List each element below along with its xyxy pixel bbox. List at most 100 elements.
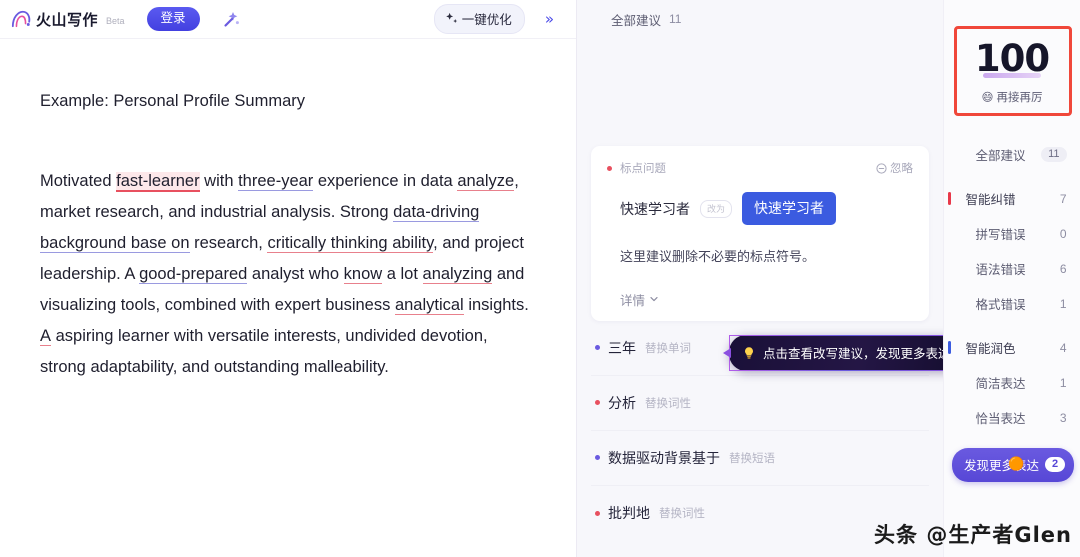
severity-dot-icon xyxy=(595,455,600,461)
app-header: 火山写作 Beta 登录 一键优化 » xyxy=(0,0,576,39)
lightbulb-icon xyxy=(745,346,753,359)
text-run-flagged-15[interactable]: analyzing xyxy=(422,264,493,284)
suggestions-header: 全部建议 11 xyxy=(577,0,943,30)
score-column: 100 😄 再接再厉 全部建议 11 智能纠错 7 拼写错误 0 语法错误 6 格式错误 1 智能润… xyxy=(943,0,1080,557)
discover-more-button[interactable]: 发现更多表达 2 🟠 xyxy=(952,448,1075,482)
category-row[interactable]: 全部建议 11 xyxy=(944,137,1080,172)
magic-wand-glyph xyxy=(223,12,239,27)
text-run-flagged-5[interactable]: analyze xyxy=(457,171,515,191)
details-label: 详情 xyxy=(620,293,646,308)
document-body[interactable]: Example: Personal Profile Summary Motiva… xyxy=(0,39,576,557)
suggestion-item-action: 替换词性 xyxy=(645,397,691,410)
suggestion-item-action: 替换单词 xyxy=(645,342,691,355)
discover-badge: 2 xyxy=(1045,457,1066,472)
category-name: 全部建议 xyxy=(975,149,1026,163)
emoji-grin-icon: 😄 xyxy=(981,91,994,104)
category-name: 智能纠错 xyxy=(965,193,1016,207)
text-run-flagged-13[interactable]: know xyxy=(343,264,383,284)
text-run-flagged-17[interactable]: analytical xyxy=(394,295,464,315)
tooltip-text: 点击查看改写建议，发现更多表达 xyxy=(763,347,943,361)
app-logo-text: 火山写作 xyxy=(36,11,99,29)
text-run-flagged-1[interactable]: fast-learner xyxy=(116,171,200,192)
score-underline-decoration xyxy=(983,72,1041,78)
suggestions-header-label: 全部建议 xyxy=(611,13,662,28)
watermark: 头条 @生产者Glen xyxy=(874,523,1072,547)
severity-dot-icon xyxy=(595,510,600,516)
category-row[interactable]: 简洁表达 1 xyxy=(944,365,1080,400)
score-card: 100 😄 再接再厉 xyxy=(956,34,1068,110)
severity-dot-icon xyxy=(595,400,600,406)
suggestion-replacement-row: 快速学习者 改为 快速学习者 xyxy=(620,192,913,225)
suggestion-list-item[interactable]: 数据驱动背景基于 替换短语 xyxy=(591,431,929,486)
score-caption: 😄 再接再厉 xyxy=(982,89,1043,105)
volcano-logo-icon xyxy=(11,10,31,28)
category-count: 1 xyxy=(1059,375,1067,390)
text-run-flagged-11[interactable]: good-prepared xyxy=(139,264,248,284)
category-accent-bar xyxy=(947,341,951,354)
suggestions-header-count: 11 xyxy=(669,12,682,26)
login-button[interactable]: 登录 xyxy=(146,7,200,31)
text-run-flagged-3[interactable]: three-year xyxy=(238,171,314,191)
document-title: Example: Personal Profile Summary xyxy=(40,92,306,110)
suggestions-list: 标点问题 忽略 快速学习者 改为 快速学习者 这里建议删除不必要的标点符号。 详… xyxy=(577,30,943,557)
suggestion-item-word: 分析 xyxy=(608,394,636,411)
apply-replacement-button[interactable]: 快速学习者 xyxy=(742,192,837,225)
suggestions-column: 全部建议 11 标点问题 忽略 快速学习者 改为 快速学习者 这里建议删除不必要… xyxy=(577,0,943,557)
category-list: 全部建议 11 智能纠错 7 拼写错误 0 语法错误 6 格式错误 1 智能润色 4 简洁表达 1 恰当表达… xyxy=(944,137,1080,435)
suggestion-card-header: 标点问题 忽略 xyxy=(607,160,913,176)
category-count: 7 xyxy=(1059,191,1067,206)
text-run: a lot xyxy=(382,264,423,283)
category-name: 语法错误 xyxy=(975,263,1026,277)
severity-dot-icon xyxy=(607,165,612,171)
suggestion-item-word: 三年 xyxy=(608,339,636,356)
category-name: 格式错误 xyxy=(975,298,1026,312)
document-paragraph[interactable]: Motivated fast-learner with three-year e… xyxy=(40,166,536,383)
suggestion-details-toggle[interactable]: 详情 xyxy=(620,290,913,309)
sparkle-icon xyxy=(446,12,457,23)
category-row[interactable]: 格式错误 1 xyxy=(944,286,1080,321)
category-row[interactable]: 恰当表达 3 xyxy=(944,400,1080,435)
suggestion-item-word: 批判地 xyxy=(608,505,650,522)
score-value: 100 xyxy=(974,36,1050,80)
category-name: 简洁表达 xyxy=(975,377,1026,391)
rewrite-hint-tooltip[interactable]: 点击查看改写建议，发现更多表达 xyxy=(723,335,943,371)
ignore-label: 忽略 xyxy=(890,163,913,175)
replacement-original-text: 快速学习者 xyxy=(620,200,690,217)
score-caption-text: 再接再厉 xyxy=(996,91,1043,104)
category-row[interactable]: 智能纠错 7 xyxy=(944,181,1080,216)
category-row[interactable]: 语法错误 6 xyxy=(944,251,1080,286)
category-count: 4 xyxy=(1059,340,1067,355)
suggestion-item-action: 替换短语 xyxy=(729,452,775,465)
category-count: 6 xyxy=(1059,261,1067,276)
category-count: 1 xyxy=(1059,296,1067,311)
app-root: 火山写作 Beta 登录 一键优化 » Example: Personal Pr… xyxy=(0,0,1080,557)
text-run: research, xyxy=(189,233,268,252)
one-click-optimize-button[interactable]: 一键优化 xyxy=(433,4,525,34)
text-run: aspiring learner with versatile interest… xyxy=(40,326,488,376)
category-row[interactable]: 拼写错误 0 xyxy=(944,216,1080,251)
category-accent-bar xyxy=(947,192,951,205)
app-logo[interactable]: 火山写作 Beta xyxy=(10,9,125,30)
ignore-button[interactable]: 忽略 xyxy=(876,160,913,176)
tooltip-tail xyxy=(723,348,731,358)
text-run-flagged-19[interactable]: A xyxy=(40,326,52,346)
category-count: 3 xyxy=(1059,410,1067,425)
text-run: Motivated xyxy=(40,171,117,190)
text-run-flagged-9[interactable]: critically thinking ability xyxy=(267,233,434,253)
suggestion-card[interactable]: 标点问题 忽略 快速学习者 改为 快速学习者 这里建议删除不必要的标点符号。 详… xyxy=(591,146,929,321)
optimize-label: 一键优化 xyxy=(461,13,512,27)
suggestion-item-action: 替换词性 xyxy=(659,508,705,521)
suggestion-description: 这里建议删除不必要的标点符号。 xyxy=(620,249,816,264)
chevron-down-icon xyxy=(650,297,658,302)
editor-column: 火山写作 Beta 登录 一键优化 » Example: Personal Pr… xyxy=(0,0,577,557)
replacement-arrow-label: 改为 xyxy=(700,199,733,218)
collapse-panel-button[interactable]: » xyxy=(539,8,560,30)
magic-wand-icon[interactable] xyxy=(218,6,244,32)
suggestion-item-word: 数据驱动背景基于 xyxy=(608,449,720,466)
suggestion-list-item[interactable]: 分析 替换词性 xyxy=(591,376,929,431)
severity-dot-icon xyxy=(595,345,600,351)
category-count: 11 xyxy=(1041,147,1067,162)
category-name: 恰当表达 xyxy=(975,412,1026,426)
emoji-sun-icon: 🟠 xyxy=(1008,456,1025,471)
category-row[interactable]: 智能润色 4 xyxy=(944,330,1080,365)
